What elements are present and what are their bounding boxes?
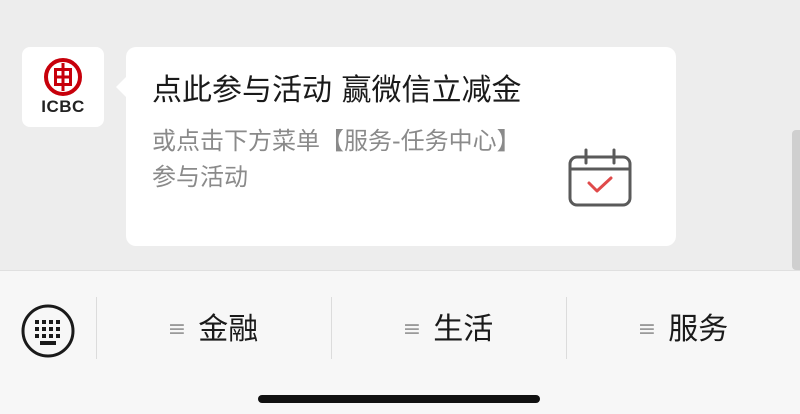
menu-lines-icon: ≡: [637, 317, 657, 342]
message-description: 或点击下方菜单【服务-任务中心】参与活动: [152, 127, 521, 191]
calendar-check-icon: [568, 148, 632, 207]
menu-divider: [96, 297, 97, 359]
message-title: 点此参与活动 赢微信立减金: [152, 73, 522, 108]
menu-item-label: 生活: [433, 312, 494, 347]
keyboard-icon: [21, 304, 75, 358]
message-card[interactable]: 点此参与活动 赢微信立减金 或点击下方菜单【服务-任务中心】参与活动: [126, 47, 676, 246]
icbc-logo-icon: [44, 58, 82, 96]
menu-item-label: 金融: [198, 312, 259, 347]
icbc-avatar[interactable]: ICBC: [22, 47, 104, 127]
menu-item-service[interactable]: ≡ 服务: [568, 301, 798, 359]
menu-divider: [331, 297, 332, 359]
menu-lines-icon: ≡: [167, 317, 187, 342]
scrollbar-thumb[interactable]: [792, 130, 800, 270]
menu-item-label: 服务: [668, 312, 729, 347]
icbc-logo-text: ICBC: [41, 97, 85, 116]
menu-lines-icon: ≡: [402, 317, 422, 342]
keyboard-toggle-button[interactable]: [20, 303, 76, 359]
bottom-menu-bar: ≡ 金融 ≡ 生活 ≡ 服务: [0, 270, 800, 414]
chat-area: ICBC 点此参与活动 赢微信立减金 或点击下方菜单【服务-任务中心】参与活动: [0, 0, 800, 270]
home-indicator[interactable]: [258, 395, 540, 403]
menu-divider: [566, 297, 567, 359]
menu-item-life[interactable]: ≡ 生活: [333, 301, 563, 359]
menu-item-finance[interactable]: ≡ 金融: [98, 301, 328, 359]
